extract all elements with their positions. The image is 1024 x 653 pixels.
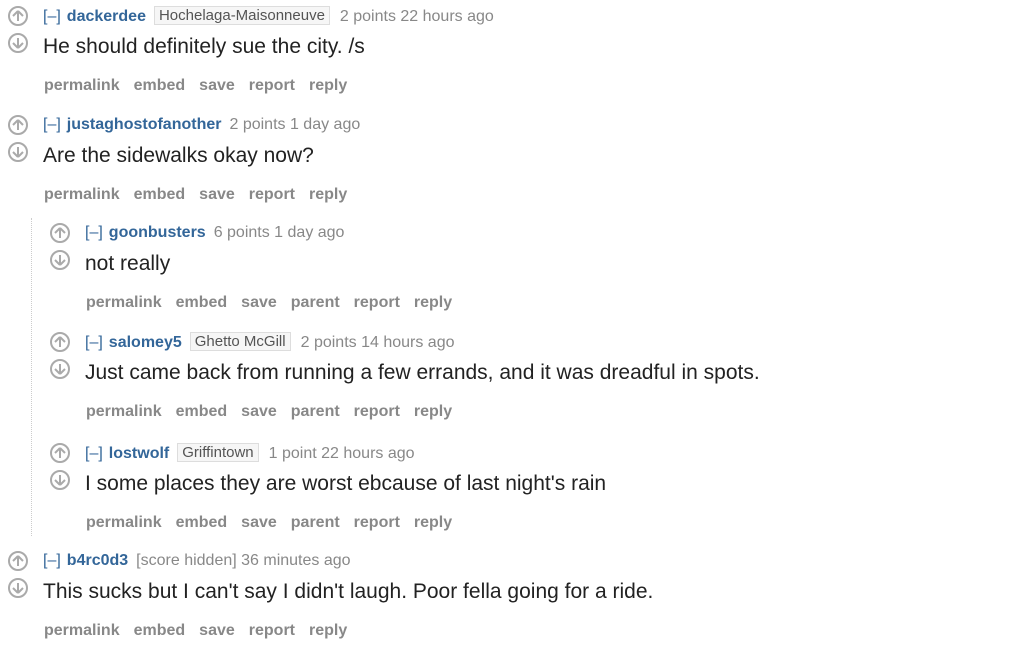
score-timestamp: 2 points 14 hours ago bbox=[300, 334, 455, 351]
collapse-toggle[interactable]: [–] bbox=[43, 116, 61, 133]
comment-buttons: permalink embed save parent report reply bbox=[86, 294, 466, 312]
comment-body: This sucks but I can't say I didn't laug… bbox=[43, 580, 654, 603]
score-timestamp: 2 points 1 day ago bbox=[229, 116, 361, 133]
comment-buttons: permalink embed save report reply bbox=[44, 622, 361, 640]
upvote-arrow-icon[interactable] bbox=[8, 551, 28, 571]
comment-buttons: permalink embed save report reply bbox=[44, 77, 361, 95]
save-button[interactable]: save bbox=[241, 403, 277, 420]
embed-button[interactable]: embed bbox=[176, 514, 228, 531]
score-timestamp: 2 points 22 hours ago bbox=[339, 8, 494, 25]
comment-body: Are the sidewalks okay now? bbox=[43, 144, 314, 167]
save-button[interactable]: save bbox=[199, 186, 235, 203]
comment-tagline: [–] goonbusters 6 points 1 day ago bbox=[85, 223, 344, 243]
downvote-arrow-icon[interactable] bbox=[50, 470, 70, 490]
comment-buttons: permalink embed save parent report reply bbox=[86, 403, 466, 421]
reply-button[interactable]: reply bbox=[414, 294, 452, 311]
save-button[interactable]: save bbox=[199, 77, 235, 94]
report-button[interactable]: report bbox=[354, 294, 400, 311]
comment-tagline: [–] salomey5 Ghetto McGill 2 points 14 hour… bbox=[85, 332, 454, 352]
permalink-button[interactable]: permalink bbox=[86, 514, 162, 531]
report-button[interactable]: report bbox=[354, 514, 400, 531]
save-button[interactable]: save bbox=[241, 514, 277, 531]
reply-button[interactable]: reply bbox=[309, 622, 347, 639]
upvote-arrow-icon[interactable] bbox=[50, 443, 70, 463]
downvote-arrow-icon[interactable] bbox=[8, 578, 28, 598]
user-flair: Hochelaga-Maisonneuve bbox=[153, 6, 330, 25]
downvote-arrow-icon[interactable] bbox=[50, 359, 70, 379]
permalink-button[interactable]: permalink bbox=[44, 622, 120, 639]
embed-button[interactable]: embed bbox=[134, 186, 186, 203]
downvote-arrow-icon[interactable] bbox=[50, 250, 70, 270]
save-button[interactable]: save bbox=[241, 294, 277, 311]
author-link[interactable]: justaghostofanother bbox=[67, 116, 222, 133]
embed-button[interactable]: embed bbox=[176, 403, 228, 420]
comment-tagline: [–] lostwolf Griffintown 1 point 22 hours a… bbox=[85, 443, 415, 463]
reply-button[interactable]: reply bbox=[414, 514, 452, 531]
downvote-arrow-icon[interactable] bbox=[8, 33, 28, 53]
save-button[interactable]: save bbox=[199, 622, 235, 639]
author-link[interactable]: salomey5 bbox=[109, 334, 182, 351]
downvote-arrow-icon[interactable] bbox=[8, 142, 28, 162]
user-flair: Griffintown bbox=[177, 443, 259, 462]
permalink-button[interactable]: permalink bbox=[44, 77, 120, 94]
report-button[interactable]: report bbox=[249, 186, 295, 203]
score-timestamp: 1 point 22 hours ago bbox=[268, 445, 415, 462]
parent-button[interactable]: parent bbox=[291, 294, 340, 311]
reply-button[interactable]: reply bbox=[309, 77, 347, 94]
collapse-toggle[interactable]: [–] bbox=[43, 552, 61, 569]
report-button[interactable]: report bbox=[354, 403, 400, 420]
comment-tagline: [–] justaghostofanother 2 points 1 day ago bbox=[43, 115, 360, 135]
author-link[interactable]: b4rc0d3 bbox=[67, 552, 128, 569]
comment-tagline: [–] b4rc0d3 [score hidden] 36 minutes ago bbox=[43, 551, 351, 571]
upvote-arrow-icon[interactable] bbox=[50, 332, 70, 352]
permalink-button[interactable]: permalink bbox=[44, 186, 120, 203]
comment-tagline: [–] dackerdee Hochelaga-Maisonneuve 2 point… bbox=[43, 6, 494, 26]
comment-body: not really bbox=[85, 252, 171, 275]
reply-button[interactable]: reply bbox=[309, 186, 347, 203]
collapse-toggle[interactable]: [–] bbox=[85, 445, 103, 462]
comment-body: He should definitely sue the city. /s bbox=[43, 35, 365, 58]
permalink-button[interactable]: permalink bbox=[86, 294, 162, 311]
score-timestamp: 6 points 1 day ago bbox=[213, 224, 345, 241]
author-link[interactable]: dackerdee bbox=[67, 8, 146, 25]
upvote-arrow-icon[interactable] bbox=[50, 223, 70, 243]
author-link[interactable]: lostwolf bbox=[109, 445, 169, 462]
embed-button[interactable]: embed bbox=[134, 77, 186, 94]
comment-buttons: permalink embed save report reply bbox=[44, 186, 361, 204]
child-thread-line bbox=[31, 218, 32, 536]
comment-buttons: permalink embed save parent report reply bbox=[86, 514, 466, 532]
reply-button[interactable]: reply bbox=[414, 403, 452, 420]
parent-button[interactable]: parent bbox=[291, 514, 340, 531]
author-link[interactable]: goonbusters bbox=[109, 224, 206, 241]
collapse-toggle[interactable]: [–] bbox=[43, 8, 61, 25]
report-button[interactable]: report bbox=[249, 77, 295, 94]
embed-button[interactable]: embed bbox=[134, 622, 186, 639]
score-timestamp: [score hidden] 36 minutes ago bbox=[136, 552, 351, 569]
report-button[interactable]: report bbox=[249, 622, 295, 639]
collapse-toggle[interactable]: [–] bbox=[85, 334, 103, 351]
permalink-button[interactable]: permalink bbox=[86, 403, 162, 420]
collapse-toggle[interactable]: [–] bbox=[85, 224, 103, 241]
comment-body: I some places they are worst ebcause of … bbox=[85, 472, 607, 495]
upvote-arrow-icon[interactable] bbox=[8, 115, 28, 135]
user-flair: Ghetto McGill bbox=[189, 332, 291, 351]
upvote-arrow-icon[interactable] bbox=[8, 6, 28, 26]
embed-button[interactable]: embed bbox=[176, 294, 228, 311]
comment-body: Just came back from running a few errand… bbox=[85, 361, 760, 384]
parent-button[interactable]: parent bbox=[291, 403, 340, 420]
